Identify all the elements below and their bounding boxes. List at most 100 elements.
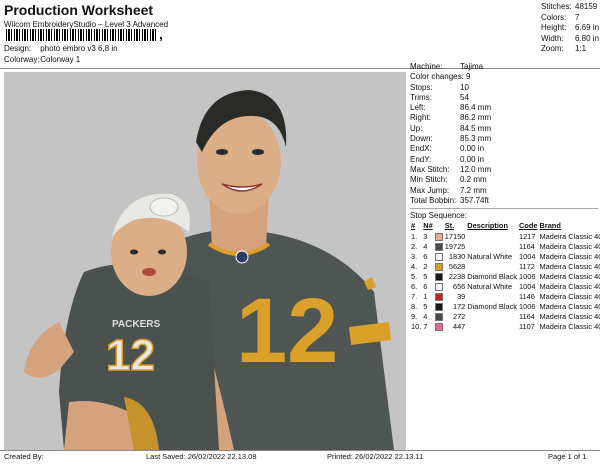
color-swatch bbox=[434, 292, 443, 301]
stop-sequence-table: # N# St. Description Code Brand 1. 3 17150… bbox=[410, 221, 600, 331]
stop-code: 1164 bbox=[519, 241, 535, 251]
table-row: 4. 2 5628 1172 Madeira Classic 40 bbox=[410, 262, 600, 272]
info-row: Total Bobbin: 357.74ft bbox=[410, 195, 489, 205]
stop-swatch bbox=[434, 302, 444, 312]
footer-divider bbox=[0, 450, 600, 451]
info-row: Right: 86.2 mm bbox=[410, 113, 492, 123]
stat-row: Colors: 7 bbox=[541, 12, 580, 22]
stop-stitches: 1830 bbox=[448, 251, 466, 261]
col-index: # bbox=[411, 221, 416, 231]
baby-eye-left bbox=[130, 249, 138, 255]
stop-swatch bbox=[434, 252, 444, 262]
stop-stitches: 5628 bbox=[448, 261, 466, 271]
stop-brand: Madeira Classic 40 bbox=[539, 321, 600, 331]
stop-swatch bbox=[434, 272, 444, 282]
headband-bow bbox=[149, 197, 179, 217]
baby-jersey-text: PACKERS bbox=[112, 319, 160, 330]
stats-panel: Stitches: 48159 Colors: 7 Height: 6.69 in W… bbox=[541, 2, 599, 55]
stat-row: Width: 6.80 in bbox=[541, 33, 600, 43]
stop-brand: Madeira Classic 40 bbox=[539, 241, 600, 251]
adult-eye-left bbox=[216, 149, 228, 155]
stop-stitches: 272 bbox=[452, 311, 466, 321]
stop-stitches: 172 bbox=[452, 301, 466, 311]
stop-description bbox=[466, 232, 518, 242]
table-row: 5. 5 2238 Diamond Black 1006 Madeira Classic … bbox=[410, 272, 600, 282]
baby-jersey-number: 12 bbox=[106, 331, 155, 380]
last-saved: Last Saved: 26/02/2022 22.13.08 bbox=[146, 452, 257, 461]
info-row: Trims: 54 bbox=[410, 92, 469, 102]
stop-index: 6. bbox=[411, 281, 418, 291]
stop-swatch bbox=[434, 262, 444, 272]
table-row: 2. 4 19725 1164 Madeira Classic 40 bbox=[410, 242, 600, 252]
stop-swatch bbox=[434, 312, 444, 322]
stop-code: 1004 bbox=[519, 251, 536, 261]
info-row: EndY: 0.00 in bbox=[410, 154, 485, 164]
info-row: Machine: Tajima bbox=[410, 62, 484, 71]
info-row: Stops: 10 bbox=[410, 82, 469, 92]
printed-date: Printed: 26/02/2022 22.13.11 bbox=[327, 452, 424, 461]
info-row: Max Jump: 7.2 mm bbox=[410, 185, 487, 195]
color-swatch bbox=[434, 282, 443, 291]
stop-code: 1217 bbox=[519, 231, 536, 241]
stat-row: Stitches: 48159 bbox=[541, 2, 598, 11]
stop-index: 3. bbox=[411, 251, 418, 261]
stop-brand: Madeira Classic 40 bbox=[539, 251, 600, 261]
color-swatch bbox=[434, 242, 443, 251]
col-swatch bbox=[434, 221, 444, 231]
stop-stitches: 39 bbox=[457, 291, 466, 301]
stop-brand: Madeira Classic 40 bbox=[539, 291, 600, 301]
stop-needle: 5 bbox=[423, 271, 428, 281]
stop-code: 1164 bbox=[519, 311, 535, 321]
col-stitches: St. bbox=[444, 221, 455, 231]
stop-stitches: 656 bbox=[452, 281, 466, 291]
stop-index: 5. bbox=[411, 271, 418, 281]
worksheet-title: Production Worksheet bbox=[4, 2, 154, 18]
table-row: 1. 3 17150 1217 Madeira Classic 40 bbox=[410, 232, 600, 242]
info-row: Down: 85.3 mm bbox=[410, 134, 492, 144]
stop-description: Diamond Black bbox=[467, 301, 517, 311]
colorway-row: Colorway: Colorway 1 bbox=[4, 55, 80, 64]
color-swatch bbox=[434, 272, 443, 281]
stop-swatch bbox=[434, 282, 444, 292]
col-brand: Brand bbox=[539, 221, 561, 231]
created-by: Created By: bbox=[4, 452, 44, 461]
stop-code: 1006 bbox=[519, 301, 536, 311]
colorway-value: Colorway 1 bbox=[40, 55, 81, 64]
color-swatch bbox=[434, 302, 443, 311]
design-label: Design: bbox=[4, 44, 32, 53]
info-row: Up: 84.5 mm bbox=[410, 123, 492, 133]
stop-swatch bbox=[434, 242, 444, 252]
embroidery-illustration: 12 PACKERS 12 bbox=[24, 90, 394, 450]
col-needle: N# bbox=[423, 221, 433, 231]
stop-index: 2. bbox=[411, 241, 418, 251]
stop-stitches: 19725 bbox=[444, 241, 466, 251]
color-swatch bbox=[434, 262, 443, 271]
stop-description bbox=[466, 312, 518, 322]
stop-index: 8. bbox=[411, 301, 418, 311]
stop-brand: Madeira Classic 40 bbox=[539, 261, 600, 271]
color-swatch bbox=[434, 322, 443, 331]
stop-sequence-title: Stop Sequence: bbox=[410, 211, 467, 221]
stop-description bbox=[466, 322, 518, 332]
adult-eye-right bbox=[252, 149, 264, 155]
stop-code: 1146 bbox=[519, 291, 535, 301]
baby-eye-right bbox=[158, 249, 166, 255]
design-preview: 12 PACKERS 12 bbox=[4, 72, 406, 450]
stop-index: 4. bbox=[411, 261, 418, 271]
stop-brand: Madeira Classic 40 bbox=[539, 301, 600, 311]
stop-stitches: 447 bbox=[452, 321, 466, 331]
info-row: Min Stitch: 0.2 mm bbox=[410, 175, 487, 185]
stop-index: 7. bbox=[411, 291, 418, 301]
machine-info-panel: Machine: Tajima Color changes: 9 Stops: 10 … bbox=[410, 62, 600, 332]
stop-code: 1006 bbox=[519, 271, 536, 281]
table-row: 3. 6 1830 Natural White 1004 Madeira Classic … bbox=[410, 252, 600, 262]
stop-swatch bbox=[434, 292, 444, 302]
stop-index: 9. bbox=[411, 311, 418, 321]
stop-needle: 4 bbox=[423, 241, 428, 251]
table-row: 6. 6 656 Natural White 1004 Madeira Classic 4… bbox=[410, 282, 600, 292]
stop-code: 1172 bbox=[519, 261, 535, 271]
software-subtitle: Wilcom EmbroideryStudio – Level 3 Advanc… bbox=[4, 20, 169, 29]
stop-needle: 5 bbox=[423, 301, 428, 311]
info-row: Left: 86.4 mm bbox=[410, 103, 492, 113]
stop-description bbox=[466, 262, 518, 272]
